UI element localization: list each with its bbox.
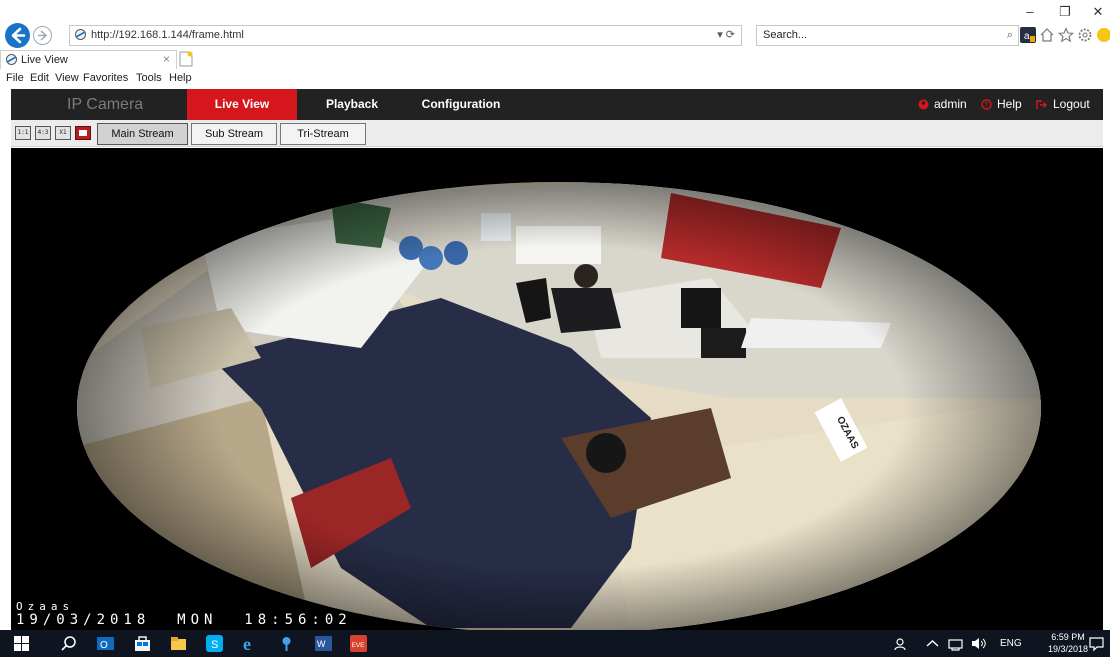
help-icon: ? xyxy=(981,99,992,110)
logout-link[interactable]: Logout xyxy=(1053,89,1090,120)
tab-close-icon[interactable]: × xyxy=(163,51,170,68)
logout-icon xyxy=(1036,100,1047,109)
address-bar[interactable]: http://192.168.1.144/frame.html ▾ ⟳ xyxy=(69,25,742,46)
user-icon xyxy=(918,99,929,110)
menu-file[interactable]: File xyxy=(6,70,24,87)
tab-title: Live View xyxy=(21,54,68,66)
brand-title: IP Camera xyxy=(67,96,144,113)
close-window-button[interactable]: ✕ xyxy=(1088,4,1108,20)
stream-toolbar: 1:1 4:3 X1 Main Stream Sub Stream Tri-St… xyxy=(11,120,1103,147)
svg-text:EVE: EVE xyxy=(352,642,366,649)
live-video-view[interactable]: OZAAS Ozaas 19/03/2018 MON 18:56:02 xyxy=(11,148,1103,630)
tri-stream-button[interactable]: Tri-Stream xyxy=(280,123,366,145)
svg-text:S: S xyxy=(211,639,218,651)
search-icon[interactable] xyxy=(61,635,78,652)
svg-text:O: O xyxy=(100,640,108,651)
back-arrow-icon xyxy=(11,27,26,44)
svg-text:?: ? xyxy=(984,102,988,109)
nav-playback[interactable]: Playback xyxy=(307,89,397,120)
taskbar-clock[interactable]: 6:59 PM 19/3/2018 xyxy=(1048,631,1088,655)
browser-chrome: – ❐ ✕ http://192.168.1.144/frame.html ▾ … xyxy=(0,0,1110,88)
tab-live-view[interactable]: Live View × xyxy=(0,50,177,69)
forward-arrow-icon xyxy=(38,30,48,41)
layout-4x3-button[interactable]: 4:3 xyxy=(35,126,51,140)
svg-text:W: W xyxy=(317,639,326,649)
pin-app-icon[interactable] xyxy=(278,635,295,652)
eve-app-icon[interactable]: EVE xyxy=(350,635,367,652)
restore-button[interactable]: ❐ xyxy=(1055,4,1075,20)
forward-button[interactable] xyxy=(33,26,52,45)
show-hidden-icons-icon[interactable] xyxy=(924,635,941,652)
search-placeholder: Search... xyxy=(763,29,808,41)
menu-bar: File Edit View Favorites Tools Help xyxy=(0,70,1110,87)
menu-tools[interactable]: Tools xyxy=(136,70,162,87)
osd-datetime: 19/03/2018 MON 18:56:02 xyxy=(16,612,352,628)
address-url: http://192.168.1.144/frame.html xyxy=(91,29,244,41)
menu-favorites[interactable]: Favorites xyxy=(83,70,128,87)
action-center-icon[interactable] xyxy=(1088,635,1105,652)
favorites-star-icon[interactable] xyxy=(1058,27,1074,43)
language-indicator[interactable]: ENG xyxy=(1000,630,1022,657)
help-link[interactable]: Help xyxy=(997,89,1022,120)
network-icon[interactable] xyxy=(947,635,964,652)
osd-camera-name: Ozaas xyxy=(16,600,75,613)
smiley-feedback-icon[interactable] xyxy=(1096,27,1110,43)
new-tab-icon[interactable] xyxy=(179,51,193,67)
windows-start-icon[interactable] xyxy=(13,635,30,652)
site-favicon-icon xyxy=(75,29,86,40)
volume-icon[interactable] xyxy=(970,635,987,652)
record-button[interactable] xyxy=(75,126,91,140)
tab-favicon-icon xyxy=(6,54,17,65)
user-name[interactable]: admin xyxy=(934,89,967,120)
file-explorer-icon[interactable] xyxy=(170,635,187,652)
svg-text:a: a xyxy=(1024,31,1030,42)
search-icon[interactable]: ⌕ xyxy=(1007,26,1013,45)
main-stream-button[interactable]: Main Stream xyxy=(97,123,188,145)
outlook-icon[interactable]: O xyxy=(97,635,114,652)
internet-explorer-icon[interactable]: e xyxy=(242,635,259,652)
back-button[interactable] xyxy=(5,23,30,48)
clock-date: 19/3/2018 xyxy=(1047,644,1088,654)
menu-edit[interactable]: Edit xyxy=(30,70,49,87)
clock-time: 6:59 PM xyxy=(1051,632,1085,642)
store-icon[interactable] xyxy=(134,635,151,652)
menu-view[interactable]: View xyxy=(55,70,79,87)
zoom-x1-button[interactable]: X1 xyxy=(55,126,71,140)
nav-configuration[interactable]: Configuration xyxy=(411,89,511,120)
svg-text:e: e xyxy=(243,635,251,652)
nav-live-view[interactable]: Live View xyxy=(187,89,297,120)
sub-stream-button[interactable]: Sub Stream xyxy=(191,123,277,145)
people-icon[interactable] xyxy=(893,635,910,652)
home-icon[interactable] xyxy=(1039,27,1055,43)
windows-taskbar: O S e W EVE ENG 6:59 PM 19/3/2018 xyxy=(0,630,1110,657)
settings-gear-icon[interactable] xyxy=(1077,27,1093,43)
search-box[interactable]: Search... ⌕ xyxy=(756,25,1019,46)
skype-icon[interactable]: S xyxy=(206,635,223,652)
menu-help[interactable]: Help xyxy=(169,70,192,87)
app-header: IP Camera Live View Playback Configurati… xyxy=(11,89,1103,120)
word-icon[interactable]: W xyxy=(315,635,332,652)
amazon-assistant-icon[interactable]: a xyxy=(1020,27,1036,43)
address-dropdown-refresh[interactable]: ▾ ⟳ xyxy=(717,26,735,45)
layout-1x1-button[interactable]: 1:1 xyxy=(15,126,31,140)
minimize-button[interactable]: – xyxy=(1020,4,1040,19)
fisheye-camera-image: OZAAS xyxy=(77,182,1041,630)
